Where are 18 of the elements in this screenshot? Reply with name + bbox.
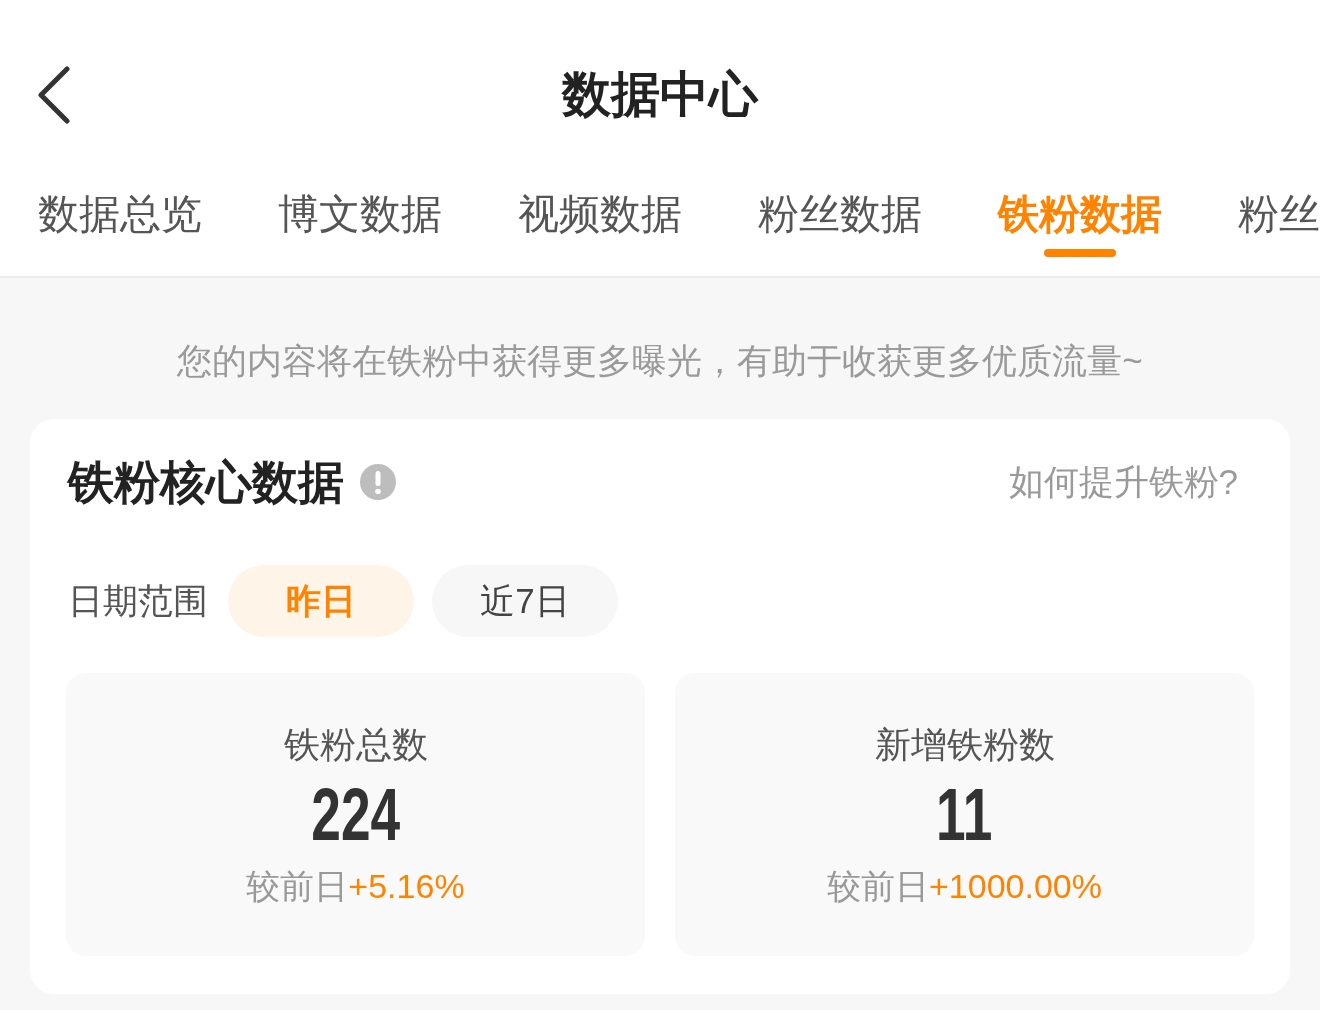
tab[interactable]: 视频数据 bbox=[518, 192, 682, 258]
stat-label: 新增铁粉数 bbox=[874, 723, 1055, 767]
comparison-text: 较前日+1000.00% bbox=[827, 866, 1102, 907]
page-title: 数据中心 bbox=[562, 68, 758, 122]
date-option[interactable]: 近7日 bbox=[432, 565, 618, 637]
tab[interactable]: 博文数据 bbox=[278, 192, 442, 258]
card-title: 铁粉核心数据 bbox=[68, 456, 344, 508]
hint-text: 您的内容将在铁粉中获得更多曝光，有助于收获更多优质流量~ bbox=[177, 340, 1143, 382]
back-icon bbox=[36, 66, 72, 124]
stat-label: 铁粉总数 bbox=[283, 723, 428, 767]
tab[interactable]: 粉丝数据 bbox=[758, 192, 922, 258]
comparison-text: 较前日+5.16% bbox=[246, 866, 465, 907]
tab[interactable]: 数据总览 bbox=[38, 192, 202, 258]
stat-value: 11 bbox=[936, 778, 993, 853]
tab[interactable]: 粉丝 bbox=[1238, 192, 1320, 258]
date-range-label: 日期范围 bbox=[68, 579, 208, 622]
back-button[interactable] bbox=[36, 66, 72, 124]
stat-value: 224 bbox=[311, 778, 400, 853]
